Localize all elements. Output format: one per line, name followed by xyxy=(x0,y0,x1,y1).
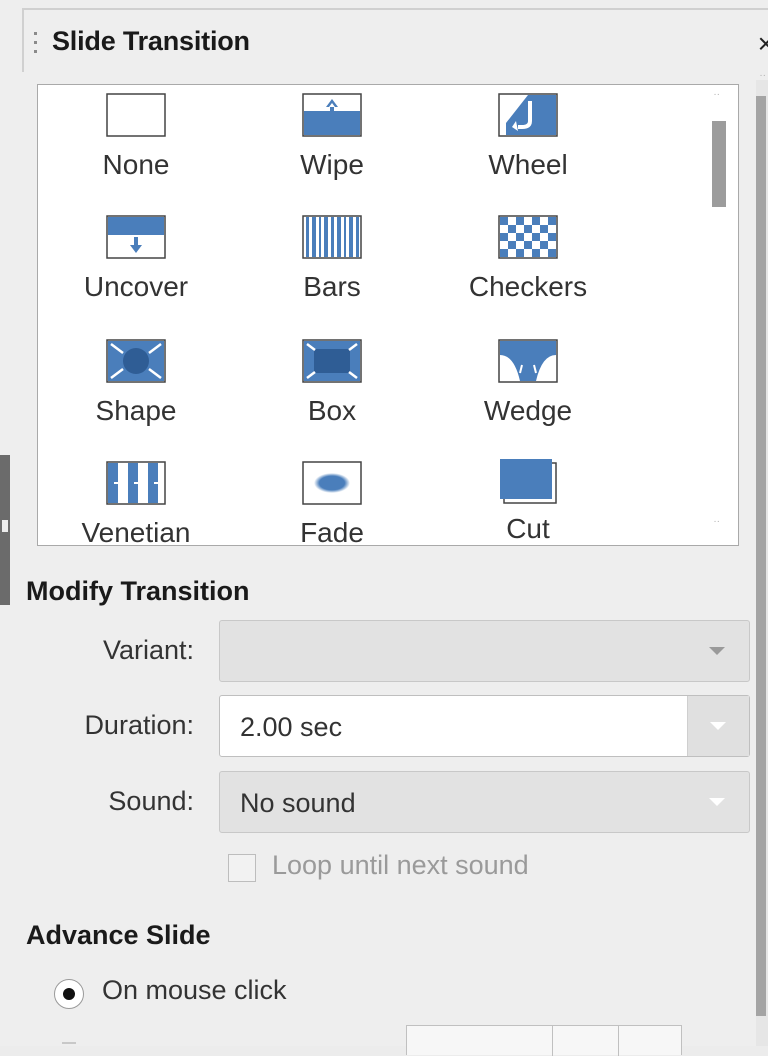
transition-label: None xyxy=(102,149,170,180)
scroll-grip-dots: ·· xyxy=(713,89,720,100)
drag-grip-icon[interactable] xyxy=(34,32,38,58)
bars-icon xyxy=(302,215,362,259)
sound-label: Sound: xyxy=(108,786,194,816)
sound-value: No sound xyxy=(240,788,356,818)
transition-label: Uncover xyxy=(83,271,189,302)
transition-label: Venetian xyxy=(81,517,191,546)
transition-shape[interactable]: Shape xyxy=(38,339,234,427)
scroll-grip-dots: ·· xyxy=(713,516,720,527)
transition-wheel[interactable]: Wheel xyxy=(430,93,626,181)
transition-label: Box xyxy=(307,395,357,426)
duration-spinbox[interactable]: 2.00 sec xyxy=(219,695,750,757)
venetian-icon xyxy=(106,461,166,505)
wipe-icon xyxy=(302,93,362,137)
sound-select[interactable]: No sound xyxy=(219,771,750,833)
transition-list-scrollbar[interactable] xyxy=(712,121,726,207)
box-icon xyxy=(302,339,362,383)
duration-label: Duration: xyxy=(84,710,194,740)
none-icon xyxy=(106,93,166,137)
transition-uncover[interactable]: Uncover xyxy=(38,215,234,303)
shape-icon xyxy=(106,339,166,383)
transition-venetian[interactable]: Venetian xyxy=(38,461,234,546)
transition-cut[interactable]: Cut xyxy=(430,457,626,545)
close-icon[interactable]: × xyxy=(758,30,768,58)
transition-list[interactable]: ·· None Wipe Wheel Uncover Bars Checkers… xyxy=(37,84,739,546)
on-mouse-click-radio[interactable] xyxy=(54,979,84,1009)
panel-title-bar: Slide Transition × xyxy=(22,8,768,72)
transition-label: Fade xyxy=(300,517,364,546)
transition-wipe[interactable]: Wipe xyxy=(234,93,430,181)
fade-icon xyxy=(302,461,362,505)
transition-none[interactable]: None xyxy=(38,93,234,181)
modify-transition-heading: Modify Transition xyxy=(26,576,250,606)
slide-transition-panel: Slide Transition × ·· None Wipe Wheel Un… xyxy=(0,0,768,1056)
wheel-icon xyxy=(498,93,558,137)
transition-label: Wheel xyxy=(488,149,568,180)
automatic-radio-partial[interactable] xyxy=(62,1042,76,1044)
transition-wedge[interactable]: Wedge xyxy=(430,339,626,427)
chevron-down-icon[interactable] xyxy=(687,621,749,681)
transition-label: Wipe xyxy=(300,149,364,180)
panel-title: Slide Transition xyxy=(52,26,250,56)
wedge-icon xyxy=(498,339,558,383)
advance-slide-heading: Advance Slide xyxy=(26,920,211,950)
chevron-down-icon[interactable] xyxy=(687,696,749,756)
transition-label: Checkers xyxy=(468,271,588,302)
variant-label: Variant: xyxy=(102,635,194,665)
transition-label: Cut xyxy=(506,513,550,544)
checkers-icon xyxy=(498,215,558,259)
variant-select[interactable] xyxy=(219,620,750,682)
resize-notch xyxy=(2,520,8,532)
scroll-grip-dots: ·· xyxy=(759,70,766,81)
transition-box[interactable]: Box xyxy=(234,339,430,427)
transition-checkers[interactable]: Checkers xyxy=(430,215,626,303)
duration-value: 2.00 sec xyxy=(240,712,343,742)
chevron-down-icon[interactable] xyxy=(687,772,749,832)
advance-time-spinbox-partial[interactable] xyxy=(406,1025,682,1056)
transition-label: Bars xyxy=(303,271,361,302)
cut-icon xyxy=(498,457,558,504)
panel-scrollbar-thumb[interactable] xyxy=(756,96,766,1016)
transition-label: Wedge xyxy=(483,395,573,426)
loop-checkbox[interactable] xyxy=(228,854,256,882)
transition-bars[interactable]: Bars xyxy=(234,215,430,303)
on-mouse-click-label: On mouse click xyxy=(102,975,287,1005)
loop-label: Loop until next sound xyxy=(272,850,529,880)
transition-fade[interactable]: Fade xyxy=(234,461,430,546)
transition-label: Shape xyxy=(95,395,177,426)
uncover-icon xyxy=(106,215,166,259)
